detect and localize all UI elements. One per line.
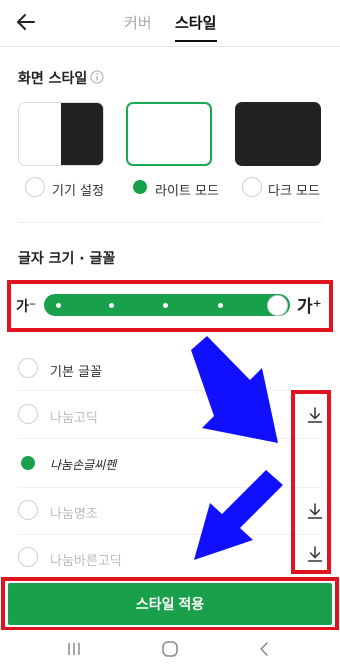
font-section-title: 글자 크기 · 글꼴 [18,251,116,267]
font-name-nanum-gothic: 나눔고딕 [50,411,98,426]
row-divider [18,438,322,439]
radio-font-nanum-pen[interactable] [18,453,38,473]
radio-font-nanum-myeongjo[interactable] [18,500,38,520]
top-bar: 커버 스타일 [0,0,340,46]
row-divider [18,487,322,488]
light-mode-label: 라이트 모드 [155,184,219,199]
tab-cover[interactable]: 커버 [124,12,152,33]
theme-preview-dark[interactable] [235,102,321,166]
recent-apps-icon[interactable] [63,638,85,660]
theme-preview-device[interactable] [18,102,104,166]
dark-mode-label: 다크 모드 [268,184,320,199]
radio-dark-mode[interactable] [242,177,262,197]
row-divider [18,390,322,391]
home-icon[interactable] [159,638,181,660]
tab-style[interactable]: 스타일 [175,12,216,33]
font-size-large-label: 가⁺ [297,297,322,317]
radio-device-setting[interactable] [25,177,45,197]
section-divider [18,222,322,223]
slider-step-dot [109,303,114,308]
system-navigation-bar [0,630,340,668]
radio-font-nanum-gothic[interactable] [18,404,38,424]
radio-light-mode[interactable] [130,177,150,197]
font-size-small-label: 가⁻ [16,299,37,315]
font-name-nanum-barun-gothic: 나눔바른고딕 [50,554,122,569]
slider-step-dot [218,303,223,308]
font-size-slider-thumb[interactable] [267,295,288,316]
font-name-nanum-pen: 나눔손글씨펜 [50,458,117,472]
theme-preview-light[interactable] [126,102,212,166]
header-divider [0,46,340,47]
font-name-nanum-myeongjo: 나눔명조 [50,507,98,522]
slider-step-dot [56,303,61,308]
font-name-default: 기본 글꼴 [50,365,102,380]
back-icon[interactable] [254,638,276,660]
device-setting-label: 기기 설정 [52,184,104,199]
blue-arrow-lower [194,470,283,560]
radio-font-nanum-barun-gothic[interactable] [18,547,38,567]
radio-font-default[interactable] [18,358,38,378]
back-arrow-icon[interactable] [14,10,38,34]
screen-style-title: 화면 스타일 [18,71,88,87]
apply-style-button[interactable]: 스타일 적용 [8,583,332,625]
info-icon[interactable] [90,70,104,84]
active-tab-indicator [175,40,217,42]
slider-step-dot [163,303,168,308]
row-divider [18,534,322,535]
annotation-box-downloads [291,390,331,574]
